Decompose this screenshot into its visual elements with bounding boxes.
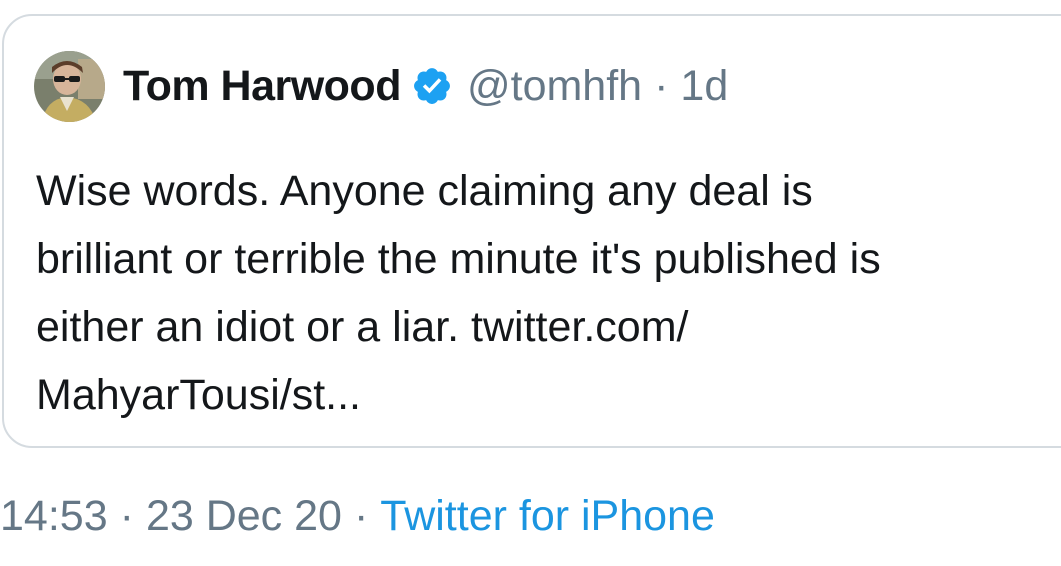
author-name[interactable]: Tom Harwood <box>123 62 401 111</box>
avatar-image <box>34 50 105 122</box>
tweet-meta: 14:53 · 23 Dec 20 · Twitter for iPhone <box>0 492 715 541</box>
verified-badge-icon <box>411 65 453 107</box>
author-handle[interactable]: @tomhfh <box>467 62 642 111</box>
meta-separator: · <box>654 61 669 110</box>
tweet-source-link[interactable]: Twitter for iPhone <box>380 492 715 540</box>
quoted-tweet-header: Tom Harwood @tomhfh · 1d <box>34 49 728 123</box>
tweet-date[interactable]: 23 Dec 20 <box>146 492 342 540</box>
tweet-time[interactable]: 14:53 <box>0 492 108 540</box>
meta-separator: · <box>353 492 369 540</box>
tweet-age[interactable]: 1d <box>680 62 728 111</box>
quoted-tweet-text: Wise words. Anyone claiming any deal is … <box>36 167 881 419</box>
avatar[interactable] <box>34 50 105 122</box>
meta-separator: · <box>119 492 134 540</box>
